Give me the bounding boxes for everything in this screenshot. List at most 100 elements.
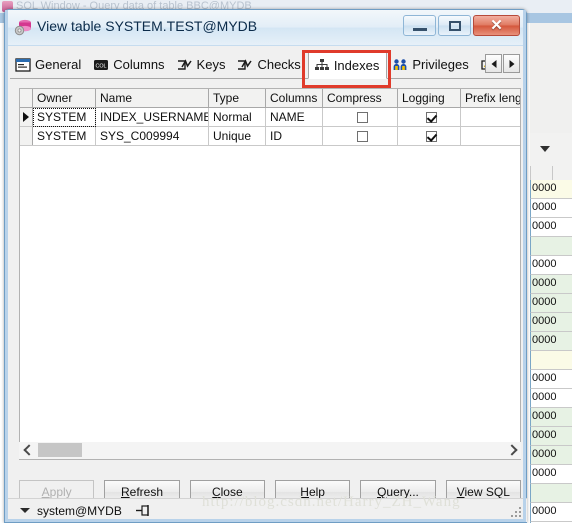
cell-name[interactable]: INDEX_USERNAME	[95, 107, 209, 127]
grid-horizontal-scrollbar[interactable]	[19, 442, 521, 459]
cell-owner[interactable]: SYSTEM	[32, 126, 96, 146]
empty-cell	[397, 182, 461, 200]
empty-cell	[322, 308, 398, 326]
row-marker[interactable]	[20, 107, 33, 127]
empty-cell	[265, 398, 323, 416]
tab-checks[interactable]: Checks	[232, 51, 308, 78]
pin-icon[interactable]	[135, 504, 151, 517]
cell-type[interactable]: Unique	[208, 126, 266, 146]
tab-columns[interactable]: COL Columns	[88, 51, 172, 78]
checkbox-compress[interactable]	[356, 131, 368, 143]
cell-columns[interactable]: ID	[265, 126, 323, 146]
table-row[interactable]: SYSTEM INDEX_USERNAME Normal NAME	[20, 107, 520, 127]
minimize-button[interactable]	[403, 15, 436, 36]
scroll-right-icon[interactable]	[504, 442, 521, 459]
empty-cell	[265, 362, 323, 380]
column-header-columns[interactable]: Columns	[265, 89, 323, 108]
empty-cell	[95, 290, 209, 308]
tab-label: Privileges	[412, 57, 469, 72]
tab-privileges[interactable]: Privileges	[387, 51, 476, 78]
tab-scroll-left-button[interactable]	[485, 54, 502, 73]
empty-cell	[460, 236, 520, 254]
empty-cell	[397, 200, 461, 218]
empty-cell	[32, 182, 96, 200]
tab-scroll-right-button[interactable]	[503, 54, 520, 73]
indexes-grid[interactable]: Owner Name Type Columns Compress Logging Prefi…	[19, 88, 521, 460]
cell-prefix-length[interactable]	[460, 107, 520, 127]
maximize-button[interactable]	[438, 15, 471, 36]
background-grid-row: 0000	[530, 446, 572, 465]
cell-owner[interactable]: SYSTEM	[32, 107, 96, 127]
empty-cell	[265, 308, 323, 326]
empty-cell	[322, 145, 398, 164]
empty-cell	[32, 218, 96, 236]
empty-cell	[397, 236, 461, 254]
tab-list: General COL Columns Keys Checks Indexes Privil…	[10, 50, 521, 79]
column-header-compress[interactable]: Compress	[322, 89, 398, 108]
table-empty-row	[20, 398, 520, 416]
background-grid-row: 0000	[530, 465, 572, 484]
row-marker[interactable]	[20, 126, 33, 146]
empty-cell	[95, 362, 209, 380]
tab-indexes[interactable]: Indexes	[307, 51, 388, 79]
scroll-left-icon[interactable]	[19, 442, 36, 459]
checkbox-compress[interactable]	[356, 112, 368, 124]
column-header-logging[interactable]: Logging	[397, 89, 461, 108]
empty-cell	[20, 326, 33, 344]
empty-cell	[208, 362, 266, 380]
cell-logging[interactable]	[397, 107, 461, 127]
window-buttons: ✕	[403, 15, 520, 36]
cell-type[interactable]: Normal	[208, 107, 266, 127]
scrollbar-track[interactable]	[36, 442, 504, 459]
empty-cell	[265, 200, 323, 218]
table-row[interactable]: SYSTEM SYS_C009994 Unique ID	[20, 126, 520, 146]
cell-name[interactable]: SYS_C009994	[95, 126, 209, 146]
empty-cell	[208, 200, 266, 218]
background-grid-row: 0000	[530, 256, 572, 275]
empty-cell	[20, 182, 33, 200]
tab-keys[interactable]: Keys	[171, 51, 233, 78]
close-button[interactable]: ✕	[473, 15, 520, 36]
cell-compress[interactable]	[322, 107, 398, 127]
column-header-prefix-length[interactable]: Prefix length	[460, 89, 520, 108]
empty-cell	[397, 308, 461, 326]
empty-cell	[460, 182, 520, 200]
cell-compress[interactable]	[322, 126, 398, 146]
empty-cell	[32, 254, 96, 272]
background-grid-row	[530, 484, 572, 503]
background-toolbar-panel	[530, 23, 572, 134]
dialog-titlebar[interactable]: View table SYSTEM.TEST@MYDB ✕	[5, 10, 526, 46]
resize-grip[interactable]	[511, 507, 523, 519]
empty-cell	[32, 308, 96, 326]
empty-cell	[95, 272, 209, 290]
empty-cell	[265, 145, 323, 164]
table-empty-row	[20, 236, 520, 254]
background-dropdown[interactable]	[530, 133, 572, 167]
scrollbar-thumb[interactable]	[38, 443, 82, 457]
empty-cell	[460, 200, 520, 218]
cell-prefix-length[interactable]	[460, 126, 520, 146]
empty-cell	[460, 380, 520, 398]
empty-cell	[322, 344, 398, 362]
empty-cell	[397, 164, 461, 182]
cell-columns[interactable]: NAME	[265, 107, 323, 127]
empty-cell	[95, 326, 209, 344]
column-header-name[interactable]: Name	[95, 89, 209, 108]
empty-cell	[208, 344, 266, 362]
status-dropdown-arrow-icon[interactable]	[20, 508, 30, 513]
status-connection-label: system@MYDB	[37, 503, 122, 518]
tab-nav-buttons	[485, 54, 520, 73]
cell-logging[interactable]	[397, 126, 461, 146]
checkbox-logging[interactable]	[425, 112, 437, 124]
empty-cell	[460, 254, 520, 272]
column-header-owner[interactable]: Owner	[32, 89, 96, 108]
table-empty-row	[20, 290, 520, 308]
checkbox-logging[interactable]	[425, 131, 437, 143]
column-header-type[interactable]: Type	[208, 89, 266, 108]
empty-cell	[208, 326, 266, 344]
table-empty-row	[20, 145, 520, 164]
table-icon	[14, 18, 32, 36]
tab-general[interactable]: General	[10, 51, 89, 78]
empty-cell	[20, 344, 33, 362]
tab-label: Columns	[113, 57, 165, 72]
